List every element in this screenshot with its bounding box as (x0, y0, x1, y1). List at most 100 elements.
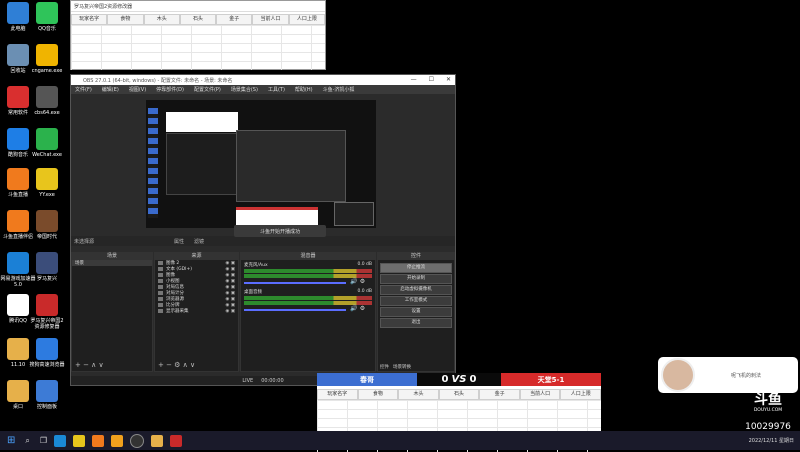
menu-item[interactable]: 工具(T) (268, 86, 285, 93)
menu-item[interactable]: 视图(V) (129, 86, 146, 93)
qq-music-icon (36, 2, 58, 24)
column-header[interactable]: 玩家名字 (71, 14, 108, 25)
source-type-icon (158, 303, 163, 307)
mixer-channel-name: 桌面音频 (244, 290, 262, 295)
repair-tool-taskbar-icon[interactable] (170, 434, 183, 447)
visibility-eye-icon[interactable]: ◉ ▣ (225, 309, 235, 314)
menu-item[interactable]: 编辑(E) (102, 86, 119, 93)
task-view-icon[interactable]: ❐ (40, 436, 47, 445)
obs-preview[interactable] (146, 100, 376, 228)
column-header[interactable]: 人口上限 (560, 389, 602, 400)
add-scene-icon[interactable]: + − ∧ ∨ (75, 361, 104, 369)
desktop-icon-label: 帝国时代 (36, 234, 57, 240)
desktop-icon[interactable]: cbs64.exe (29, 86, 65, 116)
live-time: 00:00:00 (261, 377, 284, 384)
add-source-icon[interactable]: + − ⚙ ∧ ∨ (158, 361, 195, 369)
desktop-icon[interactable]: QQ音乐 (29, 2, 65, 32)
desktop-icon[interactable]: 罗马复兴帝国2资源修复器 (29, 294, 65, 330)
control-button[interactable]: 设置 (380, 307, 452, 317)
douyu-taskbar-icon[interactable] (92, 434, 105, 447)
control-button[interactable]: 启动虚拟摄像机 (380, 285, 452, 295)
scene-item[interactable]: 场景 (72, 260, 152, 266)
maximize-icon[interactable]: ☐ (429, 76, 434, 83)
menu-item[interactable]: 帮助(H) (295, 86, 313, 93)
column-header[interactable]: 金子 (216, 14, 253, 25)
desktop-icon-label: 搜狗高速浏览器 (29, 362, 65, 368)
menu-item[interactable]: 停靠部件(D) (156, 86, 184, 93)
qq-icon (7, 294, 29, 316)
streamer-overlay: 呢飞机的刺法 (658, 357, 798, 393)
volume-slider[interactable] (244, 309, 347, 311)
menu-item[interactable]: 场景集合(S) (231, 86, 258, 93)
folder-icon (7, 380, 29, 402)
desktop-icon[interactable]: 控制面板 (29, 380, 65, 410)
source-toolbar: 未选择源 属性 滤镜 (71, 236, 455, 246)
desktop-icon[interactable]: YY.exe (29, 168, 65, 198)
visibility-eye-icon[interactable]: ◉ ▣ (225, 291, 235, 296)
dock-tab[interactable]: 场景转换 (393, 364, 411, 370)
desktop-icon[interactable]: 罗马复兴 (29, 252, 65, 282)
visibility-eye-icon[interactable]: ◉ ▣ (225, 285, 235, 290)
vs-label: VS (451, 374, 467, 385)
menu-item[interactable]: 文件(F) (75, 86, 92, 93)
edge-browser-icon[interactable] (54, 434, 67, 447)
column-header[interactable]: 木头 (143, 14, 180, 25)
speaker-icon[interactable]: 🔊 ⚙ (350, 305, 365, 312)
dock-tab[interactable]: 控件 (380, 364, 389, 370)
volume-slider[interactable] (244, 282, 347, 284)
desktop-icon[interactable]: 搜狗高速浏览器 (29, 338, 65, 368)
column-header[interactable]: 木头 (398, 389, 439, 400)
douyu-companion-icon (7, 210, 29, 232)
desktop-icon[interactable]: cngame.exe (29, 44, 65, 74)
column-header[interactable]: 当前人口 (519, 389, 561, 400)
visibility-eye-icon[interactable]: ◉ ▣ (225, 273, 235, 278)
desktop-icon[interactable]: WeChat.exe (29, 128, 65, 158)
obs-taskbar-icon[interactable] (130, 433, 145, 448)
minimize-icon[interactable]: — (411, 76, 417, 83)
close-icon[interactable]: ✕ (446, 76, 451, 83)
search-icon[interactable]: ⌕ (25, 436, 29, 446)
speaker-icon[interactable]: 🔊 ⚙ (350, 278, 365, 285)
menu-item[interactable]: 斗鱼-济凯小狐 (323, 86, 355, 93)
age-of-empires-icon (36, 210, 58, 232)
control-button[interactable]: 停止推流 (380, 263, 452, 273)
douyu-companion-taskbar-icon[interactable] (111, 434, 124, 447)
visibility-eye-icon[interactable]: ◉ ▣ (225, 279, 235, 284)
tray-clock-date[interactable]: 2022/12/11 星期日 (749, 437, 794, 444)
column-header[interactable]: 石头 (438, 389, 480, 400)
desktop-icon-label: 控制面板 (36, 404, 57, 410)
column-header[interactable]: 食物 (107, 14, 144, 25)
column-header[interactable]: 当前人口 (252, 14, 289, 25)
control-button[interactable]: 开始录制 (380, 274, 452, 284)
stats-window-top[interactable]: 罗马复兴帝国2资源修改器 玩家名字 食物 木头 石头 金子 当前人口 人口上限 (70, 0, 326, 70)
column-header[interactable]: 金子 (479, 389, 520, 400)
left-score: 0 (441, 374, 449, 385)
obs-titlebar[interactable]: OBS 27.0.1 (64-bit, windows) - 配置文件: 未命名… (71, 75, 455, 85)
column-header[interactable]: 人口上限 (288, 14, 325, 25)
desktop-icon[interactable]: 帝国时代 (29, 210, 65, 240)
qq-music-taskbar-icon[interactable] (73, 434, 86, 447)
visibility-eye-icon[interactable]: ◉ ▣ (225, 303, 235, 308)
windows-start-icon[interactable]: ⊞ (7, 435, 15, 446)
visibility-eye-icon[interactable]: ◉ ▣ (225, 261, 235, 266)
mixer-level: 0.0 dB (357, 289, 372, 294)
folder-taskbar-icon[interactable] (151, 434, 164, 447)
mixer-dock-title: 混音器 (241, 253, 375, 260)
mixer-channel: 桌面音频 0.0 dB 🔊 ⚙ (241, 287, 375, 314)
column-header[interactable]: 食物 (357, 389, 399, 400)
visibility-eye-icon[interactable]: ◉ ▣ (225, 297, 235, 302)
menu-item[interactable]: 配置文件(P) (194, 86, 221, 93)
filters-button[interactable]: 滤镜 (194, 238, 204, 245)
source-item[interactable]: 显示器采集 ◉ ▣ (155, 308, 238, 314)
obs-menubar: 文件(F) 编辑(E) 视图(V) 停靠部件(D) 配置文件(P) 场景集合(S) 工具(T… (71, 85, 455, 94)
douyu-watermark: 斗鱼 DOUYU.COM 10029976 (740, 392, 796, 432)
control-button[interactable]: 工作室模式 (380, 296, 452, 306)
visibility-eye-icon[interactable]: ◉ ▣ (225, 267, 235, 272)
obs-window[interactable]: OBS 27.0.1 (64-bit, windows) - 配置文件: 未命名… (70, 74, 456, 386)
controls-dock: 控件 停止推流 开始录制 启动虚拟摄像机 工作室模式 设置 退出 控件 场景转换 (377, 252, 455, 372)
column-header[interactable]: 石头 (179, 14, 217, 25)
column-header[interactable]: 玩家名字 (317, 389, 358, 400)
properties-button[interactable]: 属性 (174, 238, 184, 245)
control-button[interactable]: 退出 (380, 318, 452, 328)
stats-window-titlebar[interactable]: 罗马复兴帝国2资源修改器 (71, 1, 325, 12)
